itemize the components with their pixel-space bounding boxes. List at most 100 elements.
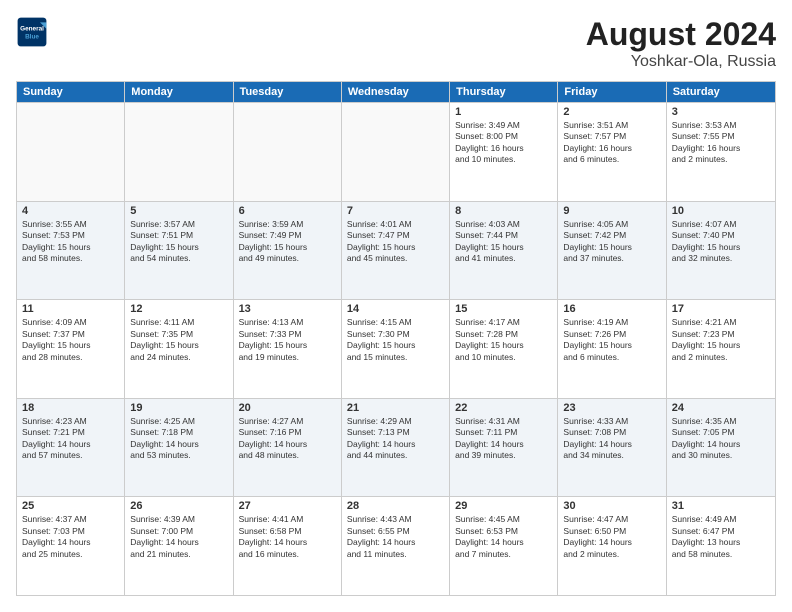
page-title: August 2024	[586, 16, 776, 53]
day-info: Sunrise: 4:43 AM Sunset: 6:55 PM Dayligh…	[347, 514, 444, 560]
calendar-header: SundayMondayTuesdayWednesdayThursdayFrid…	[17, 82, 775, 102]
header: General Blue August 2024 Yoshkar-Ola, Ru…	[16, 16, 776, 71]
day-info: Sunrise: 4:01 AM Sunset: 7:47 PM Dayligh…	[347, 219, 444, 265]
calendar-cell: 29 Sunrise: 4:45 AM Sunset: 6:53 PM Dayli…	[450, 497, 558, 595]
day-info: Sunrise: 4:11 AM Sunset: 7:35 PM Dayligh…	[130, 317, 227, 363]
day-number: 31	[672, 500, 770, 512]
calendar-cell: 14 Sunrise: 4:15 AM Sunset: 7:30 PM Dayli…	[342, 300, 450, 398]
day-info: Sunrise: 4:49 AM Sunset: 6:47 PM Dayligh…	[672, 514, 770, 560]
calendar-header-cell: Sunday	[17, 82, 125, 102]
day-number: 30	[563, 500, 660, 512]
calendar-cell-empty	[17, 103, 125, 201]
day-number: 18	[22, 402, 119, 414]
day-info: Sunrise: 4:21 AM Sunset: 7:23 PM Dayligh…	[672, 317, 770, 363]
day-number: 29	[455, 500, 552, 512]
calendar-row: 11Sunrise: 4:09 AM Sunset: 7:37 PM Dayli…	[17, 299, 775, 398]
day-number: 26	[130, 500, 227, 512]
day-number: 17	[672, 303, 770, 315]
calendar-cell: 20Sunrise: 4:27 AM Sunset: 7:16 PM Dayli…	[234, 399, 342, 497]
calendar-cell: 25Sunrise: 4:37 AM Sunset: 7:03 PM Dayli…	[17, 497, 125, 595]
page: General Blue August 2024 Yoshkar-Ola, Ru…	[0, 0, 792, 612]
day-number: 20	[239, 402, 336, 414]
calendar-body: 1 Sunrise: 3:49 AM Sunset: 8:00 PM Daylig…	[17, 102, 775, 595]
calendar-cell: 28 Sunrise: 4:43 AM Sunset: 6:55 PM Dayli…	[342, 497, 450, 595]
day-number: 7	[347, 205, 444, 217]
logo: General Blue	[16, 16, 48, 48]
calendar-row: 4Sunrise: 3:55 AM Sunset: 7:53 PM Daylig…	[17, 201, 775, 300]
calendar-cell: 2Sunrise: 3:51 AM Sunset: 7:57 PM Daylig…	[558, 103, 666, 201]
calendar-row: 18 Sunrise: 4:23 AM Sunset: 7:21 PM Dayli…	[17, 398, 775, 497]
day-info: Sunrise: 4:23 AM Sunset: 7:21 PM Dayligh…	[22, 416, 119, 462]
day-number: 22	[455, 402, 552, 414]
day-info: Sunrise: 4:31 AM Sunset: 7:11 PM Dayligh…	[455, 416, 552, 462]
calendar-cell: 21 Sunrise: 4:29 AM Sunset: 7:13 PM Dayli…	[342, 399, 450, 497]
calendar-cell: 17 Sunrise: 4:21 AM Sunset: 7:23 PM Dayli…	[667, 300, 775, 398]
calendar-row: 1 Sunrise: 3:49 AM Sunset: 8:00 PM Daylig…	[17, 102, 775, 201]
calendar-cell-empty	[125, 103, 233, 201]
day-info: Sunrise: 4:05 AM Sunset: 7:42 PM Dayligh…	[563, 219, 660, 265]
day-number: 9	[563, 205, 660, 217]
calendar-cell: 31 Sunrise: 4:49 AM Sunset: 6:47 PM Dayli…	[667, 497, 775, 595]
calendar-row: 25Sunrise: 4:37 AM Sunset: 7:03 PM Dayli…	[17, 496, 775, 595]
calendar-cell: 6Sunrise: 3:59 AM Sunset: 7:49 PM Daylig…	[234, 202, 342, 300]
day-number: 10	[672, 205, 770, 217]
day-info: Sunrise: 4:19 AM Sunset: 7:26 PM Dayligh…	[563, 317, 660, 363]
day-number: 15	[455, 303, 552, 315]
day-number: 12	[130, 303, 227, 315]
calendar-cell: 22 Sunrise: 4:31 AM Sunset: 7:11 PM Dayli…	[450, 399, 558, 497]
day-info: Sunrise: 4:47 AM Sunset: 6:50 PM Dayligh…	[563, 514, 660, 560]
calendar-cell: 15Sunrise: 4:17 AM Sunset: 7:28 PM Dayli…	[450, 300, 558, 398]
calendar-cell: 9 Sunrise: 4:05 AM Sunset: 7:42 PM Daylig…	[558, 202, 666, 300]
day-info: Sunrise: 4:15 AM Sunset: 7:30 PM Dayligh…	[347, 317, 444, 363]
calendar-cell: 1 Sunrise: 3:49 AM Sunset: 8:00 PM Daylig…	[450, 103, 558, 201]
calendar-header-cell: Wednesday	[342, 82, 450, 102]
calendar-cell: 13 Sunrise: 4:13 AM Sunset: 7:33 PM Dayli…	[234, 300, 342, 398]
day-number: 19	[130, 402, 227, 414]
calendar-cell: 27Sunrise: 4:41 AM Sunset: 6:58 PM Dayli…	[234, 497, 342, 595]
calendar-cell: 3Sunrise: 3:53 AM Sunset: 7:55 PM Daylig…	[667, 103, 775, 201]
calendar-cell: 11Sunrise: 4:09 AM Sunset: 7:37 PM Dayli…	[17, 300, 125, 398]
calendar-cell: 8Sunrise: 4:03 AM Sunset: 7:44 PM Daylig…	[450, 202, 558, 300]
day-info: Sunrise: 3:49 AM Sunset: 8:00 PM Dayligh…	[455, 120, 552, 166]
day-info: Sunrise: 4:07 AM Sunset: 7:40 PM Dayligh…	[672, 219, 770, 265]
calendar-cell: 16 Sunrise: 4:19 AM Sunset: 7:26 PM Dayli…	[558, 300, 666, 398]
day-info: Sunrise: 4:35 AM Sunset: 7:05 PM Dayligh…	[672, 416, 770, 462]
day-number: 28	[347, 500, 444, 512]
day-number: 6	[239, 205, 336, 217]
day-info: Sunrise: 4:33 AM Sunset: 7:08 PM Dayligh…	[563, 416, 660, 462]
day-info: Sunrise: 3:55 AM Sunset: 7:53 PM Dayligh…	[22, 219, 119, 265]
calendar-cell-empty	[342, 103, 450, 201]
calendar-cell-empty	[234, 103, 342, 201]
calendar-header-cell: Saturday	[667, 82, 775, 102]
logo-icon: General Blue	[16, 16, 48, 48]
calendar-cell: 10 Sunrise: 4:07 AM Sunset: 7:40 PM Dayli…	[667, 202, 775, 300]
calendar-cell: 18 Sunrise: 4:23 AM Sunset: 7:21 PM Dayli…	[17, 399, 125, 497]
calendar-cell: 7 Sunrise: 4:01 AM Sunset: 7:47 PM Daylig…	[342, 202, 450, 300]
calendar: SundayMondayTuesdayWednesdayThursdayFrid…	[16, 81, 776, 596]
day-info: Sunrise: 3:57 AM Sunset: 7:51 PM Dayligh…	[130, 219, 227, 265]
day-info: Sunrise: 4:25 AM Sunset: 7:18 PM Dayligh…	[130, 416, 227, 462]
calendar-header-cell: Thursday	[450, 82, 558, 102]
calendar-cell: 24 Sunrise: 4:35 AM Sunset: 7:05 PM Dayli…	[667, 399, 775, 497]
day-info: Sunrise: 4:13 AM Sunset: 7:33 PM Dayligh…	[239, 317, 336, 363]
day-number: 3	[672, 106, 770, 118]
svg-text:General: General	[20, 25, 44, 32]
day-number: 16	[563, 303, 660, 315]
day-number: 2	[563, 106, 660, 118]
day-info: Sunrise: 4:29 AM Sunset: 7:13 PM Dayligh…	[347, 416, 444, 462]
title-block: August 2024 Yoshkar-Ola, Russia	[586, 16, 776, 71]
calendar-cell: 23 Sunrise: 4:33 AM Sunset: 7:08 PM Dayli…	[558, 399, 666, 497]
day-number: 14	[347, 303, 444, 315]
day-info: Sunrise: 4:09 AM Sunset: 7:37 PM Dayligh…	[22, 317, 119, 363]
day-info: Sunrise: 4:39 AM Sunset: 7:00 PM Dayligh…	[130, 514, 227, 560]
day-number: 23	[563, 402, 660, 414]
day-number: 24	[672, 402, 770, 414]
day-number: 21	[347, 402, 444, 414]
day-info: Sunrise: 4:45 AM Sunset: 6:53 PM Dayligh…	[455, 514, 552, 560]
day-info: Sunrise: 4:41 AM Sunset: 6:58 PM Dayligh…	[239, 514, 336, 560]
day-number: 8	[455, 205, 552, 217]
day-number: 1	[455, 106, 552, 118]
day-number: 13	[239, 303, 336, 315]
calendar-cell: 12 Sunrise: 4:11 AM Sunset: 7:35 PM Dayli…	[125, 300, 233, 398]
day-info: Sunrise: 4:37 AM Sunset: 7:03 PM Dayligh…	[22, 514, 119, 560]
